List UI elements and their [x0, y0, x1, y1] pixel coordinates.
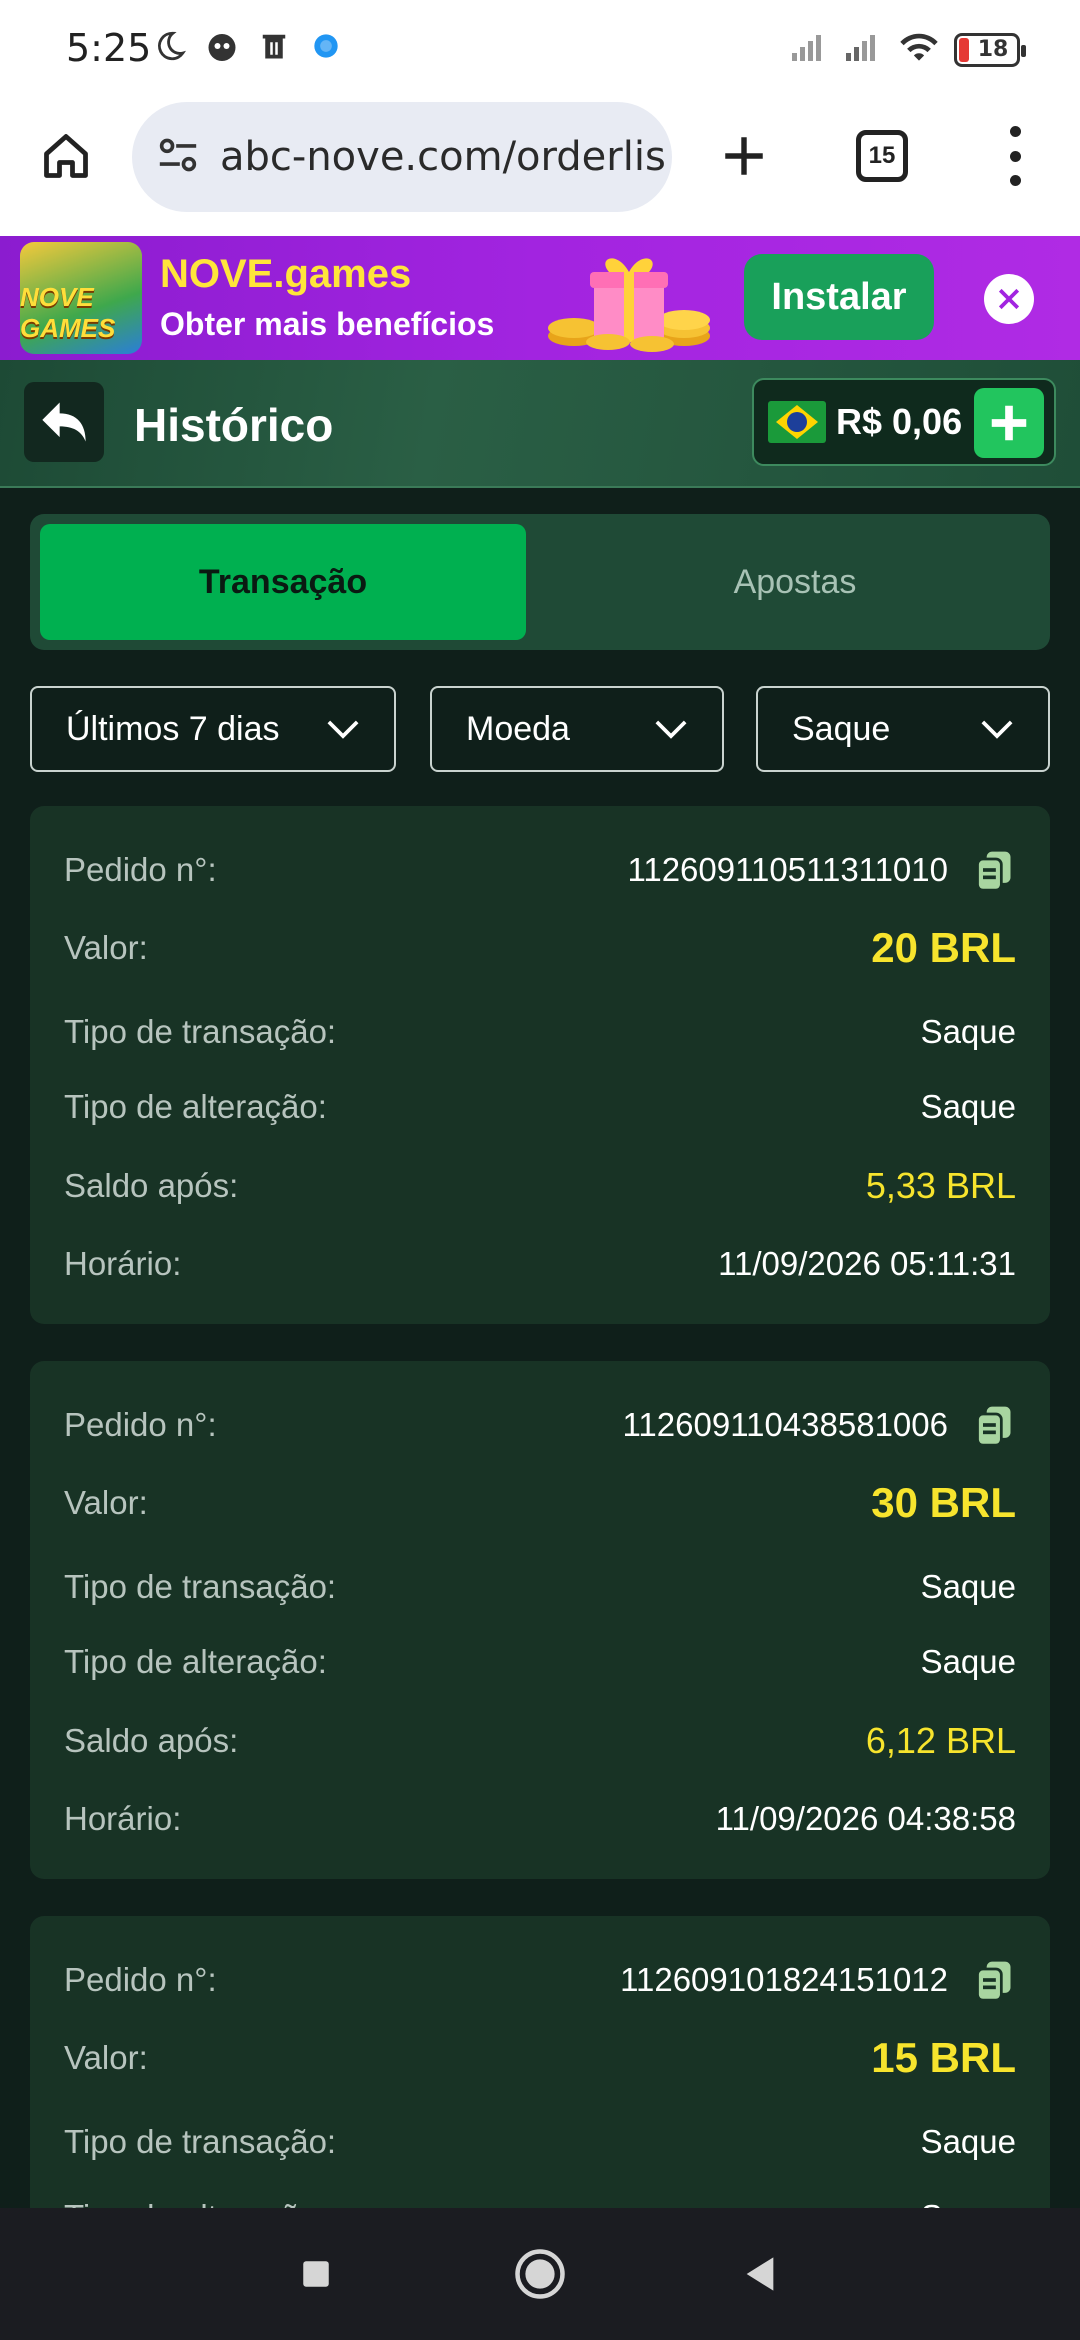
- browser-notification-icon: [306, 26, 346, 66]
- address-bar[interactable]: abc-nove.com/orderlis: [132, 102, 672, 212]
- page-header: Histórico R$ 0,06: [0, 360, 1080, 488]
- back-button[interactable]: [24, 382, 104, 462]
- change-type-row: Tipo de alteração: Saque: [64, 2187, 1016, 2208]
- amount-row: Valor: 20 BRL: [64, 924, 1016, 971]
- copy-icon[interactable]: [972, 1403, 1016, 1447]
- signal-icon-2: [844, 31, 884, 68]
- order-number: 112609101824151012: [620, 1961, 948, 1998]
- moon-icon: [150, 26, 190, 66]
- balance-after-row: Saldo após: 5,33 BRL: [64, 1165, 1016, 1206]
- time-row: Horário: 11/09/2026 04:38:58: [64, 1800, 1016, 1837]
- time-value: 11/09/2026 04:38:58: [715, 1800, 1016, 1837]
- battery-icon: 18: [954, 32, 1026, 67]
- brazil-flag-icon: [768, 401, 826, 443]
- transaction-card: Pedido n°: 112609110438581006 Valor: 30 …: [30, 1361, 1050, 1879]
- amount-row: Valor: 30 BRL: [64, 1479, 1016, 1526]
- copy-icon[interactable]: [972, 848, 1016, 892]
- system-navigation-bar: [0, 2208, 1080, 2340]
- order-row: Pedido n°: 112609110438581006: [64, 1395, 1016, 1455]
- change-type-row: Tipo de alteração: Saque: [64, 1088, 1016, 1125]
- type-filter-label: Saque: [792, 709, 891, 748]
- balance-after-row: Saldo após: 6,12 BRL: [64, 1720, 1016, 1761]
- type-filter[interactable]: Saque: [756, 686, 1050, 772]
- currency-filter[interactable]: Moeda: [430, 686, 724, 772]
- change-type-value: Saque: [921, 2198, 1016, 2208]
- change-type-value: Saque: [920, 1643, 1016, 1680]
- change-type-row: Tipo de alteração: Saque: [64, 1643, 1016, 1680]
- home-button[interactable]: [36, 126, 96, 186]
- status-bar: 5:25 18: [0, 0, 1080, 96]
- transaction-type-value: Saque: [920, 1568, 1016, 1605]
- transaction-card: Pedido n°: 112609110511311010 Valor: 20 …: [30, 806, 1050, 1324]
- chevron-down-icon: [327, 720, 359, 739]
- install-banner: NOVE GAMES NOVE.games Obter mais benefíc…: [0, 236, 1080, 360]
- chevron-down-icon: [981, 720, 1013, 739]
- transaction-type-value: Saque: [920, 2123, 1016, 2160]
- new-tab-button[interactable]: [716, 128, 772, 184]
- more-menu-button[interactable]: [1000, 126, 1030, 186]
- amount-value: 30 BRL: [871, 1479, 1016, 1526]
- url-text: abc-nove.com/orderlis: [220, 134, 666, 180]
- recents-button[interactable]: [286, 2244, 346, 2304]
- site-settings-icon[interactable]: [156, 135, 200, 180]
- transaction-type-value: Saque: [920, 1013, 1016, 1050]
- currency-filter-label: Moeda: [466, 709, 570, 748]
- banner-title: NOVE.games: [160, 252, 412, 296]
- gift-coins-icon: [548, 258, 710, 352]
- home-icon: [44, 134, 88, 178]
- status-time: 5:25: [66, 26, 152, 70]
- chevron-down-icon: [655, 720, 687, 739]
- triangle-back-icon: [746, 2257, 774, 2291]
- order-number: 112609110511311010: [627, 851, 948, 888]
- transaction-type-row: Tipo de transação: Saque: [64, 1013, 1016, 1050]
- banner-subtitle: Obter mais benefícios: [160, 306, 495, 342]
- order-row: Pedido n°: 112609101824151012: [64, 1950, 1016, 2010]
- back-arrow-icon: [42, 402, 86, 442]
- signal-icon: [790, 31, 830, 68]
- page-title: Histórico: [134, 399, 334, 451]
- period-filter-label: Últimos 7 dias: [66, 709, 280, 748]
- transaction-type-row: Tipo de transação: Saque: [64, 2123, 1016, 2160]
- trash-icon: [254, 26, 294, 66]
- app-logo: NOVE GAMES: [20, 242, 142, 354]
- circle-icon: [515, 2249, 565, 2299]
- order-row: Pedido n°: 112609110511311010: [64, 840, 1016, 900]
- amount-row: Valor: 15 BRL: [64, 2034, 1016, 2081]
- transaction-list[interactable]: Pedido n°: 112609110511311010 Valor: 20 …: [0, 806, 1080, 2208]
- wallet-balance: R$ 0,06: [752, 378, 1056, 466]
- install-button[interactable]: Instalar: [744, 254, 934, 340]
- wifi-icon: [898, 30, 940, 69]
- amount-value: 15 BRL: [871, 2034, 1016, 2081]
- change-type-value: Saque: [920, 1088, 1016, 1125]
- deposit-button[interactable]: [974, 388, 1044, 458]
- transaction-type-row: Tipo de transação: Saque: [64, 1568, 1016, 1605]
- balance-amount: R$ 0,06: [836, 401, 963, 442]
- transaction-card: Pedido n°: 112609101824151012 Valor: 15 …: [30, 1916, 1050, 2208]
- history-tabs: Transação Apostas: [30, 514, 1050, 650]
- battery-level: 18: [977, 37, 1009, 62]
- app-notification-icon: [202, 26, 242, 66]
- plus-icon: [991, 405, 1027, 441]
- balance-after-value: 6,12 BRL: [865, 1720, 1016, 1761]
- back-nav-button[interactable]: [730, 2244, 790, 2304]
- plus-icon: [725, 137, 763, 175]
- amount-value: 20 BRL: [871, 924, 1016, 971]
- browser-toolbar: abc-nove.com/orderlis 15: [0, 96, 1080, 236]
- order-number: 112609110438581006: [622, 1406, 948, 1443]
- tab-switcher-button[interactable]: 15: [856, 130, 908, 182]
- time-value: 11/09/2026 05:11:31: [718, 1245, 1016, 1282]
- square-icon: [303, 2261, 329, 2287]
- period-filter[interactable]: Últimos 7 dias: [30, 686, 396, 772]
- tab-apostas[interactable]: Apostas: [550, 524, 1040, 640]
- home-nav-button[interactable]: [510, 2244, 570, 2304]
- close-icon: [998, 288, 1020, 310]
- tab-transacao[interactable]: Transação: [40, 524, 526, 640]
- close-banner-button[interactable]: [984, 274, 1034, 324]
- balance-after-value: 5,33 BRL: [865, 1165, 1016, 1206]
- copy-icon[interactable]: [972, 1958, 1016, 2002]
- time-row: Horário: 11/09/2026 05:11:31: [64, 1245, 1016, 1282]
